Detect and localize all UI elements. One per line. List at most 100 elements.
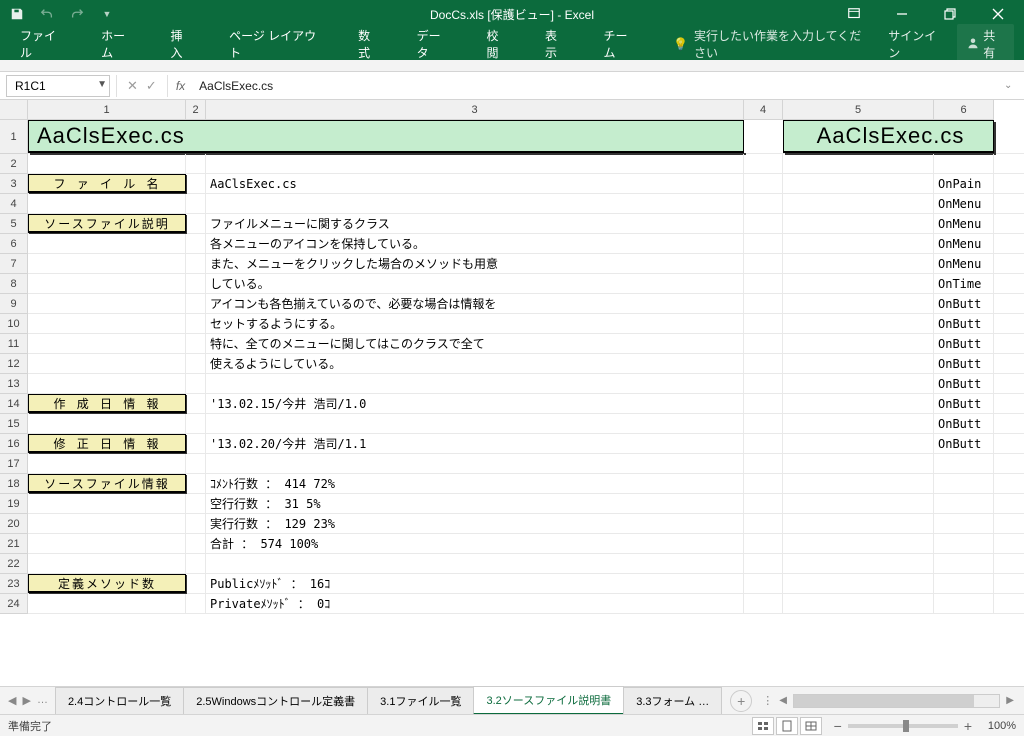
view-normal-icon[interactable] bbox=[752, 717, 774, 735]
desc-line[interactable]: セットするようにする。 bbox=[206, 314, 744, 333]
row-header[interactable]: 2 bbox=[0, 154, 27, 174]
fx-icon[interactable]: fx bbox=[168, 79, 193, 93]
label-method-cnt[interactable]: 定義メソッド数 bbox=[28, 574, 186, 593]
info-line[interactable]: 合計 ： 574 100% bbox=[206, 534, 744, 553]
col-header[interactable]: 2 bbox=[186, 100, 206, 119]
zoom-slider[interactable] bbox=[848, 724, 958, 728]
row-header[interactable]: 23 bbox=[0, 574, 27, 594]
signin-link[interactable]: サインイン bbox=[888, 27, 943, 61]
row-header[interactable]: 3 bbox=[0, 174, 27, 194]
horizontal-scrollbar[interactable] bbox=[793, 694, 1000, 708]
desc-line[interactable]: 各メニューのアイコンを保持している。 bbox=[206, 234, 744, 253]
desc-line[interactable]: ファイルメニューに関するクラス bbox=[206, 214, 744, 233]
label-src-info[interactable]: ソースファイル情報 bbox=[28, 474, 186, 493]
redo-icon[interactable] bbox=[68, 5, 86, 23]
desc-line[interactable]: また、メニューをクリックした場合のメソッドも用意 bbox=[206, 254, 744, 273]
right-value[interactable]: OnButt bbox=[934, 294, 994, 313]
label-src-desc[interactable]: ソースファイル説明 bbox=[28, 214, 186, 233]
row-header[interactable]: 11 bbox=[0, 334, 27, 354]
sheet-title-left[interactable]: AaClsExec.cs bbox=[28, 120, 744, 153]
chevron-down-icon[interactable]: ▼ bbox=[97, 79, 107, 90]
row-header[interactable]: 7 bbox=[0, 254, 27, 274]
name-box[interactable]: R1C1 ▼ bbox=[6, 75, 110, 97]
view-break-icon[interactable] bbox=[800, 717, 822, 735]
tell-me-search[interactable]: 💡 実行したい作業を入力してください bbox=[673, 27, 872, 61]
hscroll-left-icon[interactable]: ◀ bbox=[779, 695, 787, 706]
info-line[interactable]: 空行行数 ： 31 5% bbox=[206, 494, 744, 513]
row-header[interactable]: 15 bbox=[0, 414, 27, 434]
right-value[interactable]: OnButt bbox=[934, 334, 994, 353]
sheet-tab[interactable]: 3.3フォーム … bbox=[623, 687, 722, 714]
label-created[interactable]: 作 成 日 情 報 bbox=[28, 394, 186, 413]
col-header[interactable]: 1 bbox=[28, 100, 186, 119]
right-value[interactable]: OnMenu bbox=[934, 254, 994, 273]
hscroll-right-icon[interactable]: ▶ bbox=[1006, 695, 1014, 706]
desc-line[interactable]: アイコンも各色揃えているので、必要な場合は情報を bbox=[206, 294, 744, 313]
sheet-tab[interactable]: 3.1ファイル一覧 bbox=[367, 687, 474, 714]
right-value[interactable]: OnTime bbox=[934, 274, 994, 293]
row-header[interactable]: 14 bbox=[0, 394, 27, 414]
sheet-tab[interactable]: 2.5Windowsコントロール定義書 bbox=[183, 687, 368, 714]
value-created[interactable]: '13.02.15/今井 浩司/1.0 bbox=[206, 394, 744, 413]
right-value[interactable]: OnButt bbox=[934, 314, 994, 333]
save-icon[interactable] bbox=[8, 5, 26, 23]
row-header[interactable]: 10 bbox=[0, 314, 27, 334]
share-button[interactable]: 共有 bbox=[957, 24, 1014, 64]
value-modified[interactable]: '13.02.20/今井 浩司/1.1 bbox=[206, 434, 744, 453]
accept-formula-icon[interactable]: ✓ bbox=[146, 78, 157, 94]
ribbon-options-icon[interactable] bbox=[832, 0, 876, 28]
label-modified[interactable]: 修 正 日 情 報 bbox=[28, 434, 186, 453]
right-value[interactable]: OnButt bbox=[934, 414, 994, 433]
view-page-icon[interactable] bbox=[776, 717, 798, 735]
row-header[interactable]: 22 bbox=[0, 554, 27, 574]
tab-nav-prev-icon[interactable]: ◀ bbox=[8, 694, 16, 707]
tab-nav-next-icon[interactable]: ▶ bbox=[22, 694, 30, 707]
undo-icon[interactable] bbox=[38, 5, 56, 23]
label-file[interactable]: フ ァ イ ル 名 bbox=[28, 174, 186, 193]
right-value[interactable]: OnButt bbox=[934, 394, 994, 413]
value-file[interactable]: AaClsExec.cs bbox=[206, 174, 744, 193]
zoom-in-button[interactable]: + bbox=[964, 718, 972, 734]
right-value[interactable]: OnButt bbox=[934, 354, 994, 373]
qat-dropdown-icon[interactable]: ▼ bbox=[98, 5, 116, 23]
right-value[interactable]: OnPain bbox=[934, 174, 994, 193]
method-line[interactable]: Privateﾒｿｯﾄﾞ ： 0ｺ bbox=[206, 594, 744, 613]
row-header[interactable]: 21 bbox=[0, 534, 27, 554]
select-all-corner[interactable] bbox=[0, 100, 28, 120]
row-header[interactable]: 5 bbox=[0, 214, 27, 234]
zoom-level[interactable]: 100% bbox=[978, 720, 1016, 732]
row-header[interactable]: 12 bbox=[0, 354, 27, 374]
row-header[interactable]: 13 bbox=[0, 374, 27, 394]
row-header[interactable]: 8 bbox=[0, 274, 27, 294]
tab-nav-more[interactable]: … bbox=[37, 694, 48, 707]
col-header[interactable]: 6 bbox=[934, 100, 994, 119]
add-sheet-button[interactable]: + bbox=[730, 690, 752, 712]
row-header[interactable]: 16 bbox=[0, 434, 27, 454]
col-header[interactable]: 3 bbox=[206, 100, 744, 119]
sheet-tab[interactable]: 2.4コントロール一覧 bbox=[55, 687, 184, 714]
row-header[interactable]: 18 bbox=[0, 474, 27, 494]
info-line[interactable]: 実行行数 ： 129 23% bbox=[206, 514, 744, 533]
right-value[interactable]: OnButt bbox=[934, 434, 994, 453]
method-line[interactable]: Publicﾒｿｯﾄﾞ ： 16ｺ bbox=[206, 574, 744, 593]
row-header[interactable]: 1 bbox=[0, 120, 27, 154]
hscroll-thumb[interactable] bbox=[794, 695, 974, 707]
row-header[interactable]: 6 bbox=[0, 234, 27, 254]
sheet-tab-active[interactable]: 3.2ソースファイル説明書 bbox=[473, 686, 624, 715]
col-header[interactable]: 5 bbox=[783, 100, 934, 119]
desc-line[interactable]: 使えるようにしている。 bbox=[206, 354, 744, 373]
formula-input[interactable]: AaClsExec.cs bbox=[193, 75, 1004, 97]
right-value[interactable]: OnMenu bbox=[934, 234, 994, 253]
zoom-out-button[interactable]: − bbox=[834, 718, 842, 734]
tab-split-handle[interactable]: ⋮ bbox=[762, 694, 773, 707]
info-line[interactable]: ｺﾒﾝﾄ行数 ： 414 72% bbox=[206, 474, 744, 493]
right-value[interactable]: OnButt bbox=[934, 374, 994, 393]
right-value[interactable]: OnMenu bbox=[934, 214, 994, 233]
zoom-thumb[interactable] bbox=[903, 720, 909, 732]
row-header[interactable]: 19 bbox=[0, 494, 27, 514]
right-value[interactable]: OnMenu bbox=[934, 194, 994, 213]
row-header[interactable]: 9 bbox=[0, 294, 27, 314]
row-header[interactable]: 24 bbox=[0, 594, 27, 614]
cells-area[interactable]: AaClsExec.cs AaClsExec.cs フ ァ イ ル 名AaCls… bbox=[28, 120, 1024, 614]
expand-formula-icon[interactable]: ⌄ bbox=[1004, 80, 1024, 91]
